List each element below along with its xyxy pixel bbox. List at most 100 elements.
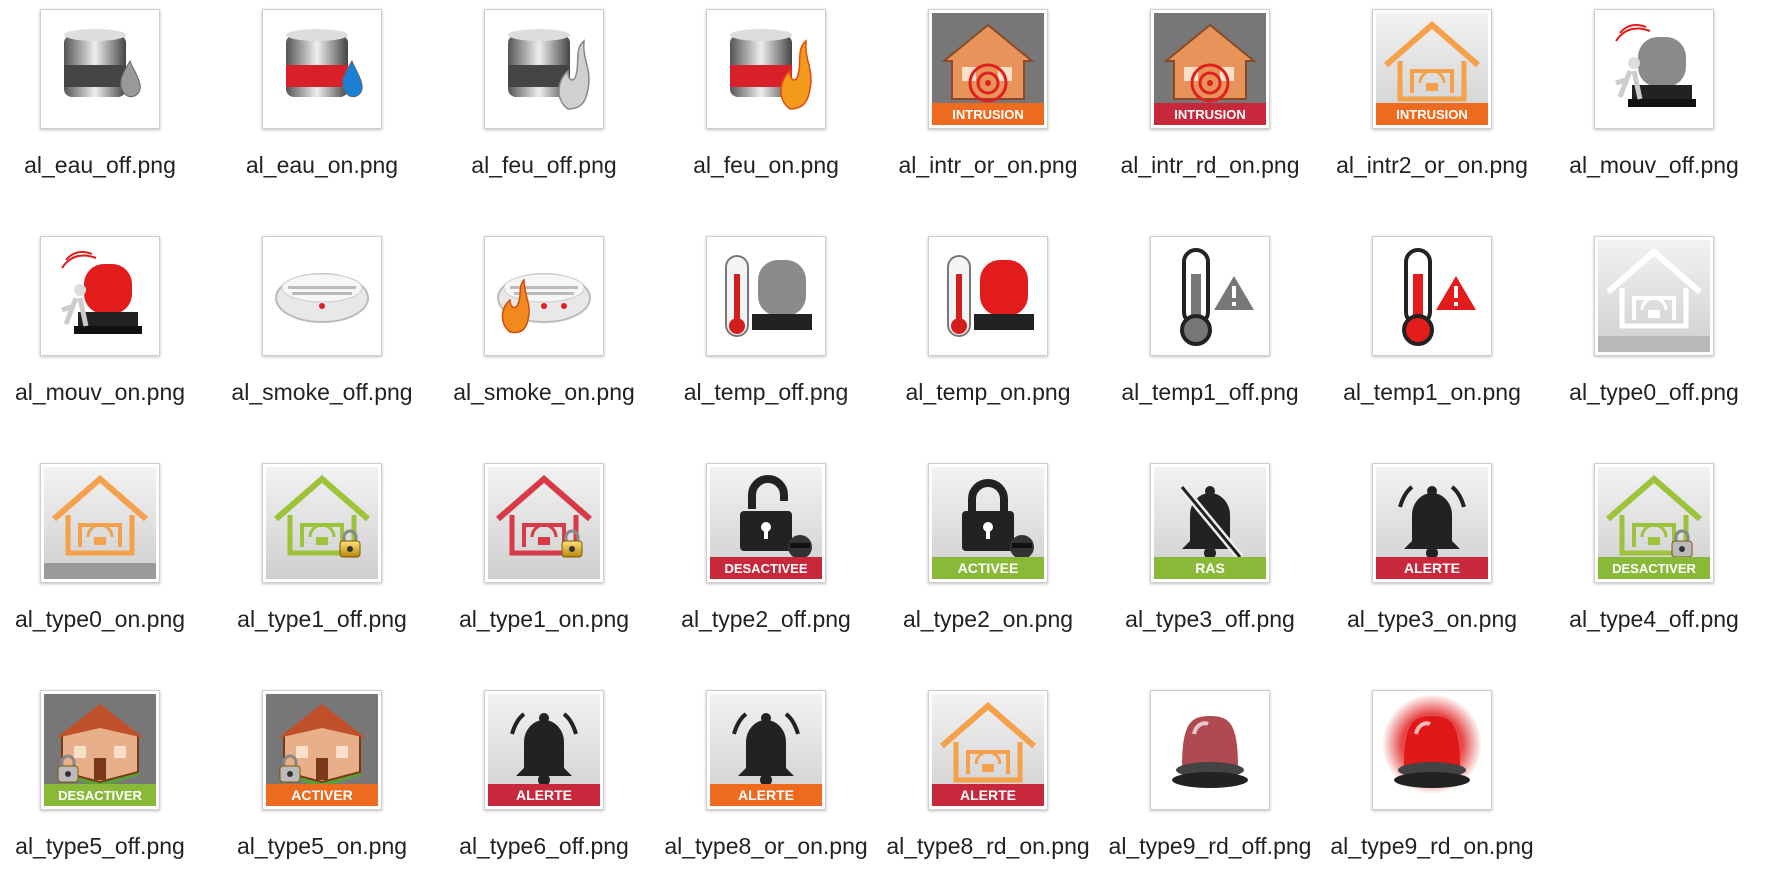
file-item[interactable]: al_type9_rd_off.png <box>1105 681 1315 881</box>
house-3d-activer-icon: ACTIVER <box>266 694 378 806</box>
file-thumbnail[interactable] <box>262 9 382 129</box>
file-thumbnail[interactable] <box>484 9 604 129</box>
smoke-detector-flame-icon <box>497 273 591 334</box>
file-item[interactable]: ALERTE al_type8_or_on.png <box>661 681 871 881</box>
file-item[interactable]: DESACTIVEE al_type2_off.png <box>661 454 871 654</box>
file-thumbnail[interactable] <box>1594 236 1714 356</box>
file-name-label[interactable]: al_type0_off.png <box>1549 378 1759 406</box>
file-thumbnail[interactable]: INTRUSION <box>928 9 1048 129</box>
file-item[interactable]: al_mouv_on.png <box>0 227 205 427</box>
file-name-label[interactable]: al_type8_rd_on.png <box>883 832 1093 860</box>
file-item[interactable]: ACTIVEE al_type2_on.png <box>883 454 1093 654</box>
file-item[interactable]: al_temp1_off.png <box>1105 227 1315 427</box>
file-item[interactable]: al_feu_on.png <box>661 0 871 200</box>
file-item[interactable]: ALERTE al_type8_rd_on.png <box>883 681 1093 881</box>
file-name-label[interactable]: al_feu_on.png <box>661 151 871 179</box>
file-name-label[interactable]: al_type6_off.png <box>439 832 649 860</box>
file-name-label[interactable]: al_type0_on.png <box>0 605 205 633</box>
file-thumbnail[interactable]: DESACTIVER <box>1594 463 1714 583</box>
file-item[interactable]: al_mouv_off.png <box>1549 0 1759 200</box>
file-item[interactable]: ACTIVER al_type5_on.png <box>217 681 427 881</box>
file-thumbnail[interactable]: ALERTE <box>706 690 826 810</box>
file-name-label[interactable]: al_type1_off.png <box>217 605 427 633</box>
file-name-label[interactable]: al_eau_off.png <box>0 151 205 179</box>
file-name-label[interactable]: al_temp1_off.png <box>1105 378 1315 406</box>
file-name-label[interactable]: al_mouv_on.png <box>0 378 205 406</box>
file-thumbnail[interactable]: INTRUSION <box>1150 9 1270 129</box>
file-name-label[interactable]: al_type2_on.png <box>883 605 1093 633</box>
file-item[interactable]: al_eau_off.png <box>0 0 205 200</box>
file-name-label[interactable]: al_type9_rd_off.png <box>1105 832 1315 860</box>
file-item[interactable]: al_type0_off.png <box>1549 227 1759 427</box>
file-item[interactable]: DESACTIVER al_type4_off.png <box>1549 454 1759 654</box>
file-thumbnail[interactable]: ACTIVEE <box>928 463 1048 583</box>
file-name-label[interactable]: al_smoke_off.png <box>217 378 427 406</box>
file-thumbnail[interactable]: DESACTIVEE <box>706 463 826 583</box>
file-name-label[interactable]: al_type3_off.png <box>1105 605 1315 633</box>
file-name-label[interactable]: al_intr_rd_on.png <box>1105 151 1315 179</box>
file-thumbnail[interactable] <box>262 463 382 583</box>
file-thumbnail[interactable] <box>1150 236 1270 356</box>
file-name-label[interactable]: al_type4_off.png <box>1549 605 1759 633</box>
svg-text:RAS: RAS <box>1195 560 1225 576</box>
file-item[interactable]: ALERTE al_type6_off.png <box>439 681 649 881</box>
file-thumbnail[interactable]: INTRUSION <box>1372 9 1492 129</box>
file-name-label[interactable]: al_feu_off.png <box>439 151 649 179</box>
file-name-label[interactable]: al_type2_off.png <box>661 605 871 633</box>
file-item[interactable]: al_feu_off.png <box>439 0 649 200</box>
file-thumbnail[interactable] <box>1594 9 1714 129</box>
file-name-label[interactable]: al_type5_off.png <box>0 832 205 860</box>
file-thumbnail[interactable]: ALERTE <box>484 690 604 810</box>
file-thumbnail[interactable] <box>262 236 382 356</box>
red-beacon-motion-icon <box>61 251 142 334</box>
file-item[interactable]: al_temp_off.png <box>661 227 871 427</box>
file-item[interactable]: al_smoke_off.png <box>217 227 427 427</box>
file-thumbnail[interactable] <box>706 236 826 356</box>
file-name-label[interactable]: al_smoke_on.png <box>439 378 649 406</box>
file-thumbnail[interactable]: ALERTE <box>928 690 1048 810</box>
file-name-label[interactable]: al_intr_or_on.png <box>883 151 1093 179</box>
file-item[interactable]: al_type9_rd_on.png <box>1327 681 1537 881</box>
file-thumbnail[interactable] <box>484 463 604 583</box>
file-name-label[interactable]: al_intr2_or_on.png <box>1327 151 1537 179</box>
file-thumbnail[interactable]: ACTIVER <box>262 690 382 810</box>
file-thumbnail[interactable] <box>1372 690 1492 810</box>
file-thumbnail[interactable] <box>928 236 1048 356</box>
file-thumbnail[interactable] <box>706 9 826 129</box>
file-item[interactable]: al_temp_on.png <box>883 227 1093 427</box>
file-item[interactable]: al_type1_off.png <box>217 454 427 654</box>
file-thumbnail[interactable]: DESACTIVER <box>40 690 160 810</box>
file-name-label[interactable]: al_mouv_off.png <box>1549 151 1759 179</box>
file-item[interactable]: al_eau_on.png <box>217 0 427 200</box>
file-item[interactable]: RAS al_type3_off.png <box>1105 454 1315 654</box>
file-name-label[interactable]: al_type9_rd_on.png <box>1327 832 1537 860</box>
file-item[interactable]: INTRUSION al_intr2_or_on.png <box>1327 0 1537 200</box>
file-item[interactable]: al_type0_on.png <box>0 454 205 654</box>
file-name-label[interactable]: al_temp_on.png <box>883 378 1093 406</box>
file-thumbnail[interactable] <box>40 463 160 583</box>
file-name-label[interactable]: al_temp1_on.png <box>1327 378 1537 406</box>
file-name-label[interactable]: al_type8_or_on.png <box>661 832 871 860</box>
file-name-label[interactable]: al_temp_off.png <box>661 378 871 406</box>
file-item[interactable]: al_temp1_on.png <box>1327 227 1537 427</box>
file-name-label[interactable]: al_type3_on.png <box>1327 605 1537 633</box>
file-thumbnail[interactable] <box>484 236 604 356</box>
file-thumbnail[interactable]: ALERTE <box>1372 463 1492 583</box>
file-thumbnail[interactable] <box>1150 690 1270 810</box>
file-name-label[interactable]: al_eau_on.png <box>217 151 427 179</box>
file-item[interactable]: DESACTIVER al_type5_off.png <box>0 681 205 881</box>
file-thumbnail[interactable] <box>40 236 160 356</box>
file-thumbnail[interactable] <box>1372 236 1492 356</box>
file-item[interactable]: al_type1_on.png <box>439 454 649 654</box>
svg-text:INTRUSION: INTRUSION <box>1174 107 1246 122</box>
file-name-label[interactable]: al_type1_on.png <box>439 605 649 633</box>
file-item[interactable]: INTRUSION al_intr_rd_on.png <box>1105 0 1315 200</box>
bell-ringing-icon: ALERTE <box>1376 467 1488 579</box>
locked-padlock-burglar-icon: ACTIVEE <box>932 467 1044 579</box>
file-thumbnail[interactable]: RAS <box>1150 463 1270 583</box>
file-item[interactable]: al_smoke_on.png <box>439 227 649 427</box>
file-thumbnail[interactable] <box>40 9 160 129</box>
file-name-label[interactable]: al_type5_on.png <box>217 832 427 860</box>
file-item[interactable]: INTRUSION al_intr_or_on.png <box>883 0 1093 200</box>
file-item[interactable]: ALERTE al_type3_on.png <box>1327 454 1537 654</box>
